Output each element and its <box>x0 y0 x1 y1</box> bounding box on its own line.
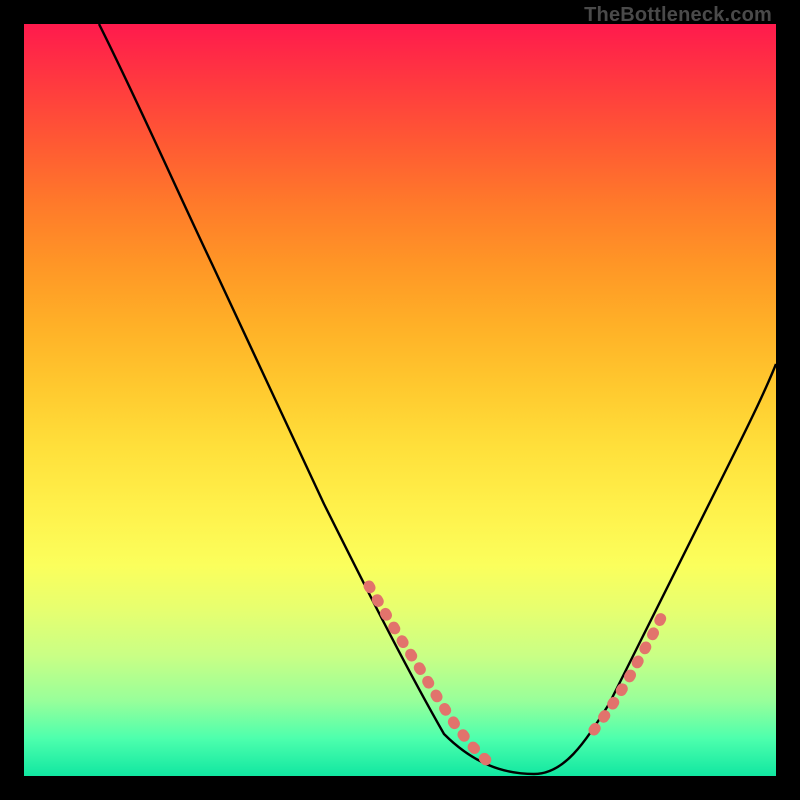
highlight-dots-right <box>594 612 664 730</box>
bottleneck-chart <box>24 24 776 776</box>
bottleneck-curve-line <box>99 24 776 774</box>
highlight-dots-left <box>369 586 486 760</box>
chart-frame <box>24 24 776 776</box>
watermark-text: TheBottleneck.com <box>584 4 772 27</box>
